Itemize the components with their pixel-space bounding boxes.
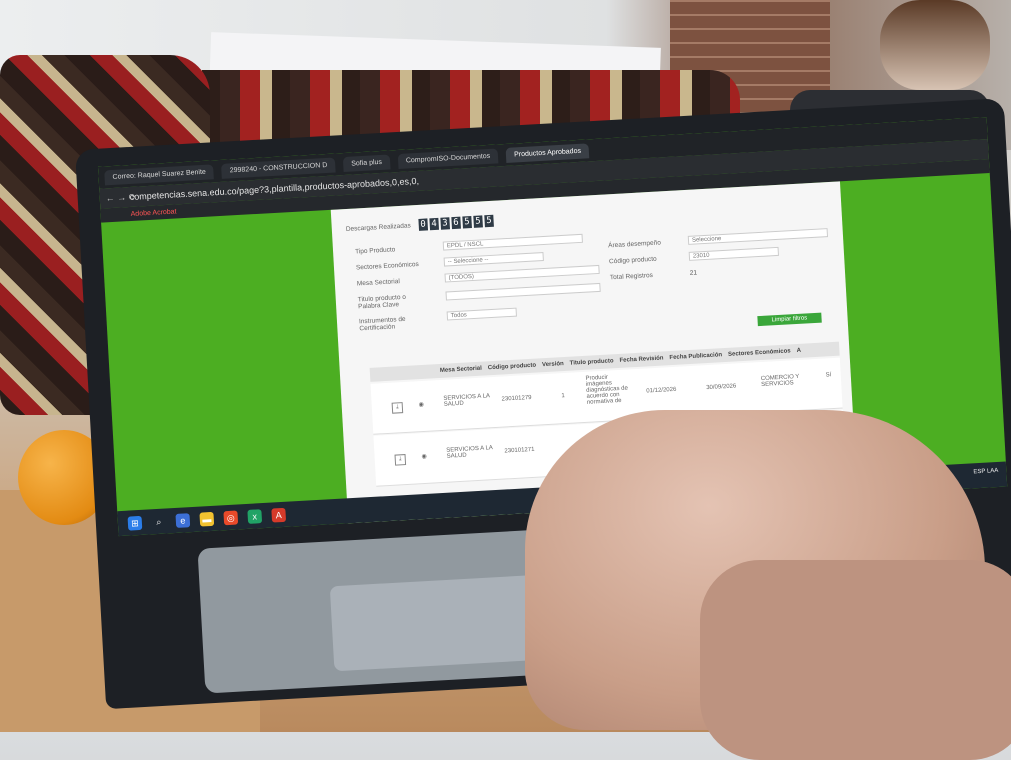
total-value: 21 xyxy=(689,269,698,277)
sectores-label: Sectores Económicos xyxy=(355,260,419,272)
descargas-row: Descargas Realizadas 0 4 3 6 5 5 5 xyxy=(345,214,494,235)
counter-digit: 4 xyxy=(429,217,439,231)
edge-icon[interactable]: e xyxy=(175,512,191,528)
download-counter: 0 4 3 6 5 5 5 xyxy=(418,214,494,231)
tab-compromiso[interactable]: CompromISO-Documentos xyxy=(397,147,499,169)
areas-label: Áreas desempeño xyxy=(607,239,662,250)
counter-digit: 3 xyxy=(440,217,450,230)
arm xyxy=(700,560,1011,760)
counter-digit: 5 xyxy=(462,215,472,229)
instrumentos-select[interactable]: Todos xyxy=(446,307,517,321)
instrumentos-label: Instrumentos de Certificación xyxy=(358,315,406,333)
download-icon[interactable]: ⤓ xyxy=(394,454,407,466)
limpiar-filtros-button[interactable]: Limpiar filtros xyxy=(757,312,822,327)
search-icon[interactable]: ⌕ xyxy=(151,514,166,529)
tab-construccion[interactable]: 2998240 - CONSTRUCCION D xyxy=(221,157,336,179)
descargas-label: Descargas Realizadas xyxy=(345,222,412,233)
cell-codigo: 230101271 xyxy=(504,446,535,455)
titulo-input[interactable] xyxy=(445,282,601,301)
cell-mesa: SERVICIOS A LA SALUD xyxy=(443,393,490,408)
total-label: Total Registros xyxy=(609,271,654,282)
col-a[interactable]: A xyxy=(797,348,802,354)
col-sectores[interactable]: Sectores Económicos xyxy=(728,348,791,357)
tipo-producto-label: Tipo Producto xyxy=(354,246,396,256)
col-revision[interactable]: Fecha Revisión xyxy=(619,355,663,363)
mesa-label: Mesa Sectorial xyxy=(356,278,401,288)
sectores-select[interactable]: -- Seleccione -- xyxy=(443,252,544,267)
col-publicacion[interactable]: Fecha Publicación xyxy=(669,352,722,361)
codigo-input[interactable]: 23010 xyxy=(688,246,780,261)
chrome-icon[interactable]: ◎ xyxy=(223,509,239,525)
cell-publicacion: 30/09/2026 xyxy=(706,383,737,392)
col-codigo[interactable]: Código producto xyxy=(488,363,537,372)
windows-start-icon[interactable]: ⊞ xyxy=(127,515,143,531)
codigo-label: Código producto xyxy=(608,255,657,266)
cell-titulo: Producir imágenes diagnósticas de acuerd… xyxy=(585,374,629,406)
tab-sofia[interactable]: Sofia plus xyxy=(342,153,391,172)
bookmark-adobe[interactable]: Adobe Acrobat xyxy=(130,208,176,218)
folder-icon[interactable]: ▬ xyxy=(199,511,215,527)
tab-productos-aprobados[interactable]: Productos Aprobados xyxy=(505,142,590,163)
excel-icon[interactable]: x xyxy=(247,508,263,524)
view-icon[interactable]: ◉ xyxy=(417,401,426,410)
counter-digit: 6 xyxy=(451,216,461,230)
mesa-select[interactable]: (TODOS) xyxy=(444,264,600,283)
system-tray[interactable]: ESP LAA xyxy=(973,468,998,475)
cell-a: Sí xyxy=(825,372,832,379)
col-version[interactable]: Versión xyxy=(542,361,564,368)
acrobat-icon[interactable]: A xyxy=(271,507,287,523)
back-forward-reload-icon[interactable]: ← → ⟳ xyxy=(105,191,136,204)
areas-select[interactable]: Seleccione xyxy=(687,228,829,245)
cell-revision: 01/12/2026 xyxy=(646,386,677,395)
counter-digit: 0 xyxy=(418,218,428,231)
col-titulo[interactable]: Titulo producto xyxy=(570,358,614,366)
tipo-producto-select[interactable]: EPDL / NSCL xyxy=(442,233,583,251)
counter-digit: 5 xyxy=(484,214,494,228)
download-icon[interactable]: ⤓ xyxy=(391,402,404,414)
view-icon[interactable]: ◉ xyxy=(419,453,428,462)
cell-version: 1 xyxy=(561,393,566,400)
counter-digit: 5 xyxy=(473,215,483,228)
titulo-label: Titulo producto o Palabra Clave xyxy=(357,293,407,311)
cell-mesa: SERVICIOS A LA SALUD xyxy=(446,445,493,460)
cell-codigo: 230101279 xyxy=(501,394,532,403)
col-mesa[interactable]: Mesa Sectorial xyxy=(440,366,482,374)
person-background xyxy=(880,0,990,90)
tab-correo[interactable]: Correo: Raquel Suarez Benite xyxy=(104,163,215,185)
cell-sectores: COMERCIO Y SERVICIOS xyxy=(760,373,800,389)
